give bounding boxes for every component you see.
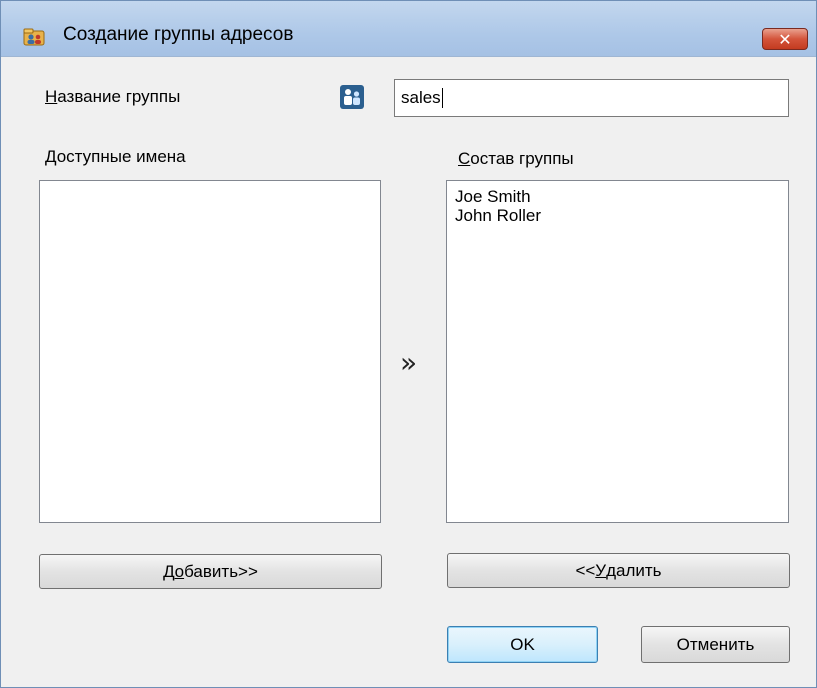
dialog-window: Создание группы адресов ✕ Название групп…: [0, 0, 817, 688]
group-members-label: Состав группы: [458, 149, 574, 168]
available-names-list[interactable]: [39, 180, 381, 523]
remove-button[interactable]: << Удалить: [447, 553, 790, 588]
title-bar[interactable]: Создание группы адресов ✕: [1, 1, 816, 57]
cancel-button[interactable]: Отменить: [641, 626, 790, 663]
close-icon: ✕: [778, 29, 792, 49]
list-item[interactable]: John Roller: [447, 206, 788, 225]
add-button[interactable]: До бавить>>: [39, 554, 382, 589]
list-item[interactable]: Joe Smith: [447, 187, 788, 206]
group-people-icon[interactable]: [340, 85, 364, 109]
available-names-label: Доступные имена: [45, 147, 186, 166]
window-title: Создание группы адресов: [63, 24, 294, 45]
text-caret: [441, 88, 443, 108]
group-name-label: Название группы: [45, 87, 181, 106]
double-chevron-right-icon: »: [400, 346, 418, 379]
close-button[interactable]: ✕: [762, 28, 808, 50]
address-book-icon: [23, 28, 45, 46]
group-name-input[interactable]: sales: [394, 79, 789, 117]
ok-button[interactable]: OK: [447, 626, 598, 663]
group-members-list[interactable]: Joe Smith John Roller: [446, 180, 789, 523]
